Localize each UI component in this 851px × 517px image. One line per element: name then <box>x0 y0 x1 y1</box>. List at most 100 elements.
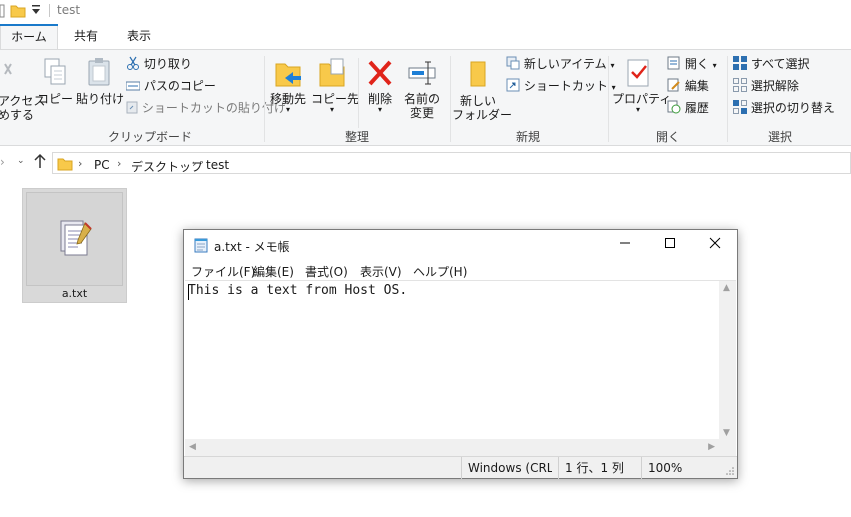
copy-path-icon <box>125 81 141 91</box>
breadcrumb-chevron-icon: › <box>117 157 122 170</box>
organize-group-label: 整理 <box>344 130 369 144</box>
properties-button[interactable]: プロパティ ▾ <box>612 56 671 114</box>
maximize-button[interactable] <box>647 230 692 260</box>
new-item-button[interactable]: 新しいアイテム ▾ <box>506 54 614 74</box>
notepad-title-bar[interactable]: a.txt - メモ帳 <box>184 230 737 260</box>
select-none-icon <box>733 78 747 92</box>
edit-pencil-icon <box>667 78 680 92</box>
open-dropdown-icon: ▾ <box>712 61 717 70</box>
open-icon <box>667 56 680 70</box>
horizontal-scrollbar[interactable]: ◀ ▶ <box>185 439 719 456</box>
folder-quick-icon[interactable] <box>10 3 26 21</box>
shortcut-icon <box>506 78 520 92</box>
paste-shortcut-button[interactable]: ショートカットの貼り付け <box>126 98 286 118</box>
breadcrumb-chevron-icon: › <box>192 157 197 170</box>
select-none-button[interactable]: 選択解除 <box>733 76 799 96</box>
copy-icon <box>44 58 66 85</box>
cut-button[interactable]: 切り取り <box>126 54 192 74</box>
paste-icon <box>88 58 110 86</box>
select-group-label: 選択 <box>767 130 792 144</box>
scrollbar-corner <box>719 439 736 456</box>
open-button[interactable]: 開く ▾ <box>667 54 717 74</box>
delete-x-icon <box>368 60 392 86</box>
status-encoding: Windows (CRLF) <box>461 457 552 479</box>
properties-quick-icon[interactable] <box>0 4 5 21</box>
recent-locations-icon[interactable]: ⌄ <box>17 156 25 166</box>
notepad-title: a.txt - メモ帳 <box>214 240 290 254</box>
breadcrumb-pc[interactable]: PC <box>94 158 110 172</box>
scroll-up-icon[interactable]: ▲ <box>723 283 730 293</box>
vertical-scrollbar[interactable]: ▲ ▼ <box>719 281 736 440</box>
edit-button[interactable]: 編集 <box>667 76 709 96</box>
ribbon: アクセス めする コピー 貼り付け 切り取り パスのコピー ショートカットの貼り… <box>0 49 851 146</box>
notepad-status-bar: Windows (CRLF) 1 行、1 列 100% <box>184 456 737 479</box>
resize-grip-icon[interactable] <box>725 466 735 476</box>
properties-checkmark-icon <box>627 59 649 87</box>
minimize-icon <box>619 242 630 244</box>
home-tab-accent <box>0 24 58 26</box>
minimize-button[interactable] <box>602 230 647 260</box>
address-box[interactable]: › PC › デスクトップ › test <box>52 152 851 174</box>
invert-selection-icon <box>733 100 747 114</box>
new-folder-button[interactable]: 新しい フォルダー <box>452 56 512 122</box>
explorer-title-bar: test <box>0 0 851 22</box>
breadcrumb-test[interactable]: test <box>206 158 229 172</box>
quick-access-dropdown-icon[interactable] <box>31 4 41 19</box>
pin-quick-access-button[interactable] <box>0 58 34 90</box>
history-button[interactable]: 履歴 <box>667 98 709 118</box>
open-group-label: 開く <box>655 130 680 144</box>
file-item[interactable]: a.txt <box>22 188 127 303</box>
delete-button[interactable]: 削除 ▾ <box>362 56 398 114</box>
close-button[interactable] <box>692 230 737 260</box>
file-thumbnail <box>26 192 123 286</box>
folder-location-icon <box>57 156 73 174</box>
scroll-left-icon[interactable]: ◀ <box>189 442 196 452</box>
new-folder-icon <box>470 61 486 87</box>
menu-view[interactable]: 表示(V) <box>360 263 402 280</box>
notepad-content: This is a text from Host OS. <box>188 283 408 298</box>
menu-format[interactable]: 書式(O) <box>305 263 348 280</box>
notepad-menu-bar: ファイル(F) 編集(E) 書式(O) 表示(V) ヘルプ(H) <box>184 260 737 280</box>
menu-file[interactable]: ファイル(F) <box>191 263 255 280</box>
window-title: test <box>57 3 81 17</box>
tab-home[interactable]: ホーム <box>0 24 58 50</box>
copy-button[interactable]: コピー <box>36 56 74 106</box>
maximize-icon <box>664 238 675 248</box>
paste-button[interactable]: 貼り付け <box>76 56 124 106</box>
ribbon-tabs: ホーム 共有 表示 <box>0 24 851 50</box>
move-to-button[interactable]: 移動先 ▾ <box>268 56 308 114</box>
rename-button[interactable]: 名前の 変更 <box>402 56 442 120</box>
address-bar-row: › ⌄ › PC › デスクトップ › test <box>0 151 851 175</box>
select-all-button[interactable]: すべて選択 <box>733 54 810 74</box>
menu-help[interactable]: ヘルプ(H) <box>413 263 467 280</box>
breadcrumb-chevron-icon: › <box>78 157 83 170</box>
scissors-icon <box>127 56 139 70</box>
clipboard-group-label: クリップボード <box>107 130 192 144</box>
invert-selection-button[interactable]: 選択の切り替え <box>733 98 835 118</box>
status-cursor-position: 1 行、1 列 <box>558 457 642 479</box>
forward-arrow-icon[interactable]: › <box>0 155 5 169</box>
history-icon <box>667 100 681 114</box>
new-group-label: 新規 <box>515 130 540 144</box>
close-icon <box>709 237 720 249</box>
copy-folder-icon <box>319 58 345 87</box>
move-folder-icon <box>275 63 301 87</box>
notepad-app-icon <box>194 238 208 253</box>
scroll-down-icon[interactable]: ▼ <box>723 428 730 438</box>
new-item-icon <box>506 56 520 70</box>
copy-path-button[interactable]: パスのコピー <box>125 76 216 96</box>
rename-icon <box>408 61 436 85</box>
delete-dropdown-icon: ▾ <box>377 105 382 114</box>
tab-view[interactable]: 表示 <box>114 24 164 49</box>
text-file-icon <box>60 220 92 256</box>
tab-share[interactable]: 共有 <box>60 24 112 49</box>
copy-to-button[interactable]: コピー先 ▾ <box>311 56 359 114</box>
move-to-dropdown-icon: ▾ <box>285 105 290 114</box>
up-arrow-icon[interactable] <box>33 153 47 172</box>
scroll-right-icon[interactable]: ▶ <box>708 442 715 452</box>
notepad-window: a.txt - メモ帳 ファイル(F) 編集(E) 書式(O) 表示(V) ヘル… <box>183 229 738 479</box>
menu-edit[interactable]: 編集(E) <box>253 263 294 280</box>
shortcut-button[interactable]: ショートカット ▾ <box>506 76 616 96</box>
copy-to-dropdown-icon: ▾ <box>329 105 334 114</box>
notepad-text-area[interactable]: This is a text from Host OS. ▲ ▼ ◀ ▶ <box>185 280 736 456</box>
